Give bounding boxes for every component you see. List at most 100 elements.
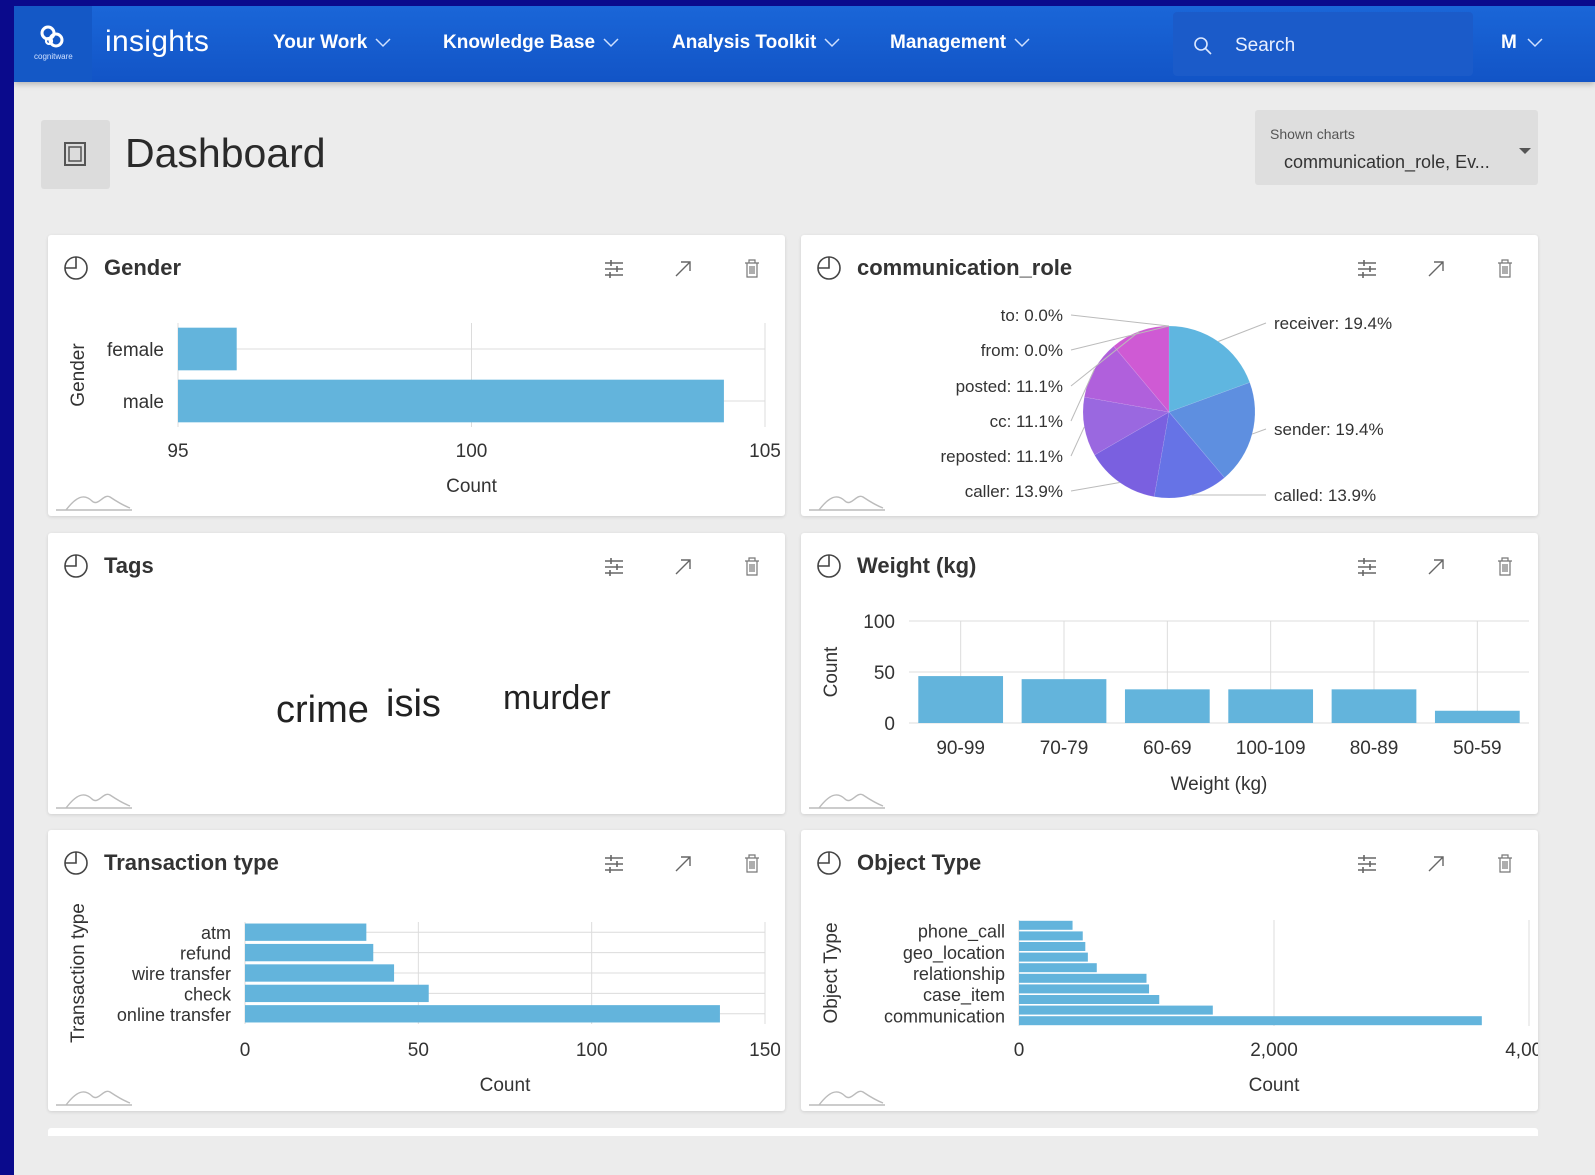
bar (245, 964, 395, 982)
delete-trash-icon[interactable] (745, 259, 759, 278)
search-icon (1194, 37, 1212, 55)
y-category-label: atm (201, 923, 231, 943)
x-category-label: 50-59 (1453, 738, 1502, 759)
settings-sliders-icon[interactable] (605, 558, 623, 576)
y-tick-label: 0 (884, 714, 895, 735)
search-input[interactable] (1233, 32, 1457, 60)
x-tick-label: 105 (749, 441, 781, 462)
chart-type-pie-icon (64, 851, 88, 875)
bar (1021, 679, 1107, 723)
pie-slice-label: receiver: 19.4% (1274, 314, 1392, 333)
settings-sliders-icon[interactable] (1358, 855, 1376, 873)
y-category-label: refund (180, 944, 231, 964)
expand-arrow-icon[interactable] (1428, 261, 1444, 277)
expand-arrow-icon[interactable] (1428, 856, 1444, 872)
app-window: cognitware insights Your Work Knowledge … (14, 6, 1595, 1175)
card-title: Weight (kg) (857, 553, 976, 578)
bar (1019, 931, 1083, 941)
card-title: Gender (104, 255, 181, 280)
distribution-icon (56, 793, 132, 809)
chart-type-pie-icon (817, 851, 841, 875)
chart-card-weight: Weight (kg) 0 50 100 90-99 70-79 60-69 100-109 8… (801, 533, 1538, 814)
dropdown-caret-icon (1519, 148, 1531, 154)
transaction-type-chart: Transaction type 0 50 100 150 atmrefundwire t… (56, 850, 781, 1106)
pie-label-leader (1070, 481, 1120, 492)
distribution-icon (56, 1090, 132, 1106)
bar (1019, 984, 1150, 994)
nav-analysis-toolkit-label: Analysis Toolkit (672, 32, 817, 53)
card-title: communication_role (857, 255, 1072, 280)
y-tick-label: 100 (863, 612, 895, 633)
x-axis-label: Count (446, 476, 497, 497)
bar (1434, 710, 1520, 723)
tag-word[interactable]: isis (386, 683, 441, 726)
y-category-label: relationship (913, 964, 1005, 984)
settings-sliders-icon[interactable] (1358, 260, 1376, 278)
chart-card-communication-role: communication_role receiver: 19.4% sender:… (801, 235, 1538, 516)
search-box[interactable] (1173, 12, 1473, 76)
pie-slice-label: called: 13.9% (1274, 486, 1376, 505)
settings-sliders-icon[interactable] (1358, 558, 1376, 576)
pie-slice-label: from: 0.0% (981, 341, 1063, 360)
delete-trash-icon[interactable] (1498, 557, 1512, 576)
chart-card-gender: Gender 95 100 105 female male Count Gender (48, 235, 785, 516)
delete-trash-icon[interactable] (1498, 259, 1512, 278)
delete-trash-icon[interactable] (1498, 854, 1512, 873)
nav-knowledge-base[interactable]: Knowledge Base (443, 32, 619, 54)
pie-label-leader (1218, 322, 1267, 342)
nav-analysis-toolkit[interactable]: Analysis Toolkit (672, 32, 840, 54)
dashboard-icon (64, 142, 86, 166)
delete-trash-icon[interactable] (745, 854, 759, 873)
card-title: Object Type (857, 850, 981, 875)
weight-chart: Weight (kg) 0 50 100 90-99 70-79 60-69 100-109 8… (809, 553, 1529, 809)
expand-arrow-icon[interactable] (675, 261, 691, 277)
x-category-label: 90-99 (936, 738, 985, 759)
card-title: Transaction type (104, 850, 279, 875)
object-type-chart: Object Type 0 2,000 4,000 phone_callgeo_loca… (809, 850, 1538, 1106)
expand-arrow-icon[interactable] (675, 856, 691, 872)
x-tick-label: 100 (576, 1040, 608, 1061)
y-axis-label: Count (821, 646, 842, 697)
delete-trash-icon[interactable] (745, 557, 759, 576)
expand-arrow-icon[interactable] (675, 559, 691, 575)
chart-card-transaction-type: Transaction type 0 50 100 150 atm refund wire t… (48, 830, 785, 1111)
y-category-label: online transfer (117, 1005, 231, 1025)
x-category-label: 100-109 (1236, 738, 1306, 759)
chevron-down-icon (824, 38, 840, 48)
pie-label-leader (1251, 428, 1267, 435)
pie-slice-label: caller: 13.9% (965, 482, 1063, 501)
shown-charts-value: communication_role, Ev... (1284, 152, 1490, 172)
top-nav-bar: cognitware insights Your Work Knowledge … (14, 6, 1595, 82)
tag-word[interactable]: crime (276, 689, 369, 732)
pie-slice-label: cc: 11.1% (990, 412, 1063, 431)
y-category-label: communication (884, 1006, 1005, 1026)
chevron-down-icon (375, 38, 391, 48)
expand-arrow-icon[interactable] (1428, 559, 1444, 575)
y-category-label: check (184, 984, 232, 1004)
nav-your-work[interactable]: Your Work (273, 32, 391, 54)
distribution-icon (809, 1090, 885, 1106)
chevron-down-icon (1014, 38, 1030, 48)
settings-sliders-icon[interactable] (605, 260, 623, 278)
tag-word[interactable]: murder (503, 679, 611, 718)
settings-sliders-icon[interactable] (605, 855, 623, 873)
bar (1019, 963, 1097, 973)
pie-slice-label: posted: 11.1% (956, 377, 1063, 396)
nav-management[interactable]: Management (890, 32, 1030, 54)
pie-label-leader (1070, 314, 1170, 327)
x-tick-label: 100 (456, 441, 488, 462)
logo[interactable]: cognitware (14, 6, 92, 82)
x-tick-label: 50 (408, 1040, 429, 1061)
gender-chart: Gender 95 100 105 female male Count Gender (56, 255, 781, 511)
page-title: Dashboard (125, 130, 326, 176)
shown-charts-select[interactable]: Shown charts communication_role, Ev... (1255, 110, 1538, 185)
app-name[interactable]: insights (105, 25, 209, 59)
bar (1228, 689, 1314, 723)
bar (1124, 689, 1210, 723)
bar (178, 327, 237, 371)
user-menu[interactable]: M (1501, 32, 1543, 54)
pie-slice-label: to: 0.0% (1001, 306, 1063, 325)
y-axis-label: Object Type (821, 922, 842, 1023)
y-tick-label: 50 (874, 663, 895, 684)
pie-slice-label: sender: 19.4% (1274, 420, 1384, 439)
